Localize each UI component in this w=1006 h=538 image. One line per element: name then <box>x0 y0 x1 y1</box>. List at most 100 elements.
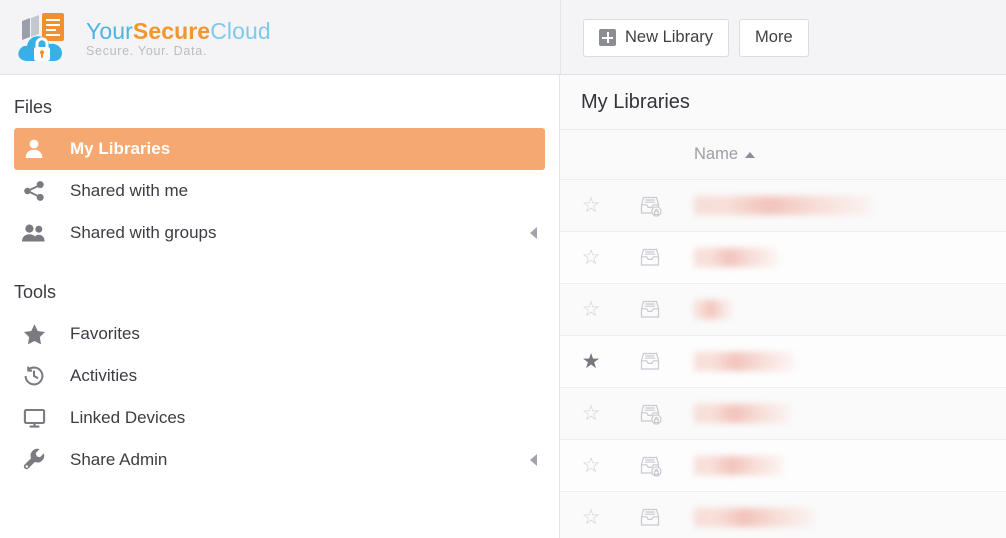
sidebar-section-title-tools: Tools <box>14 282 57 302</box>
library-encrypted-icon <box>637 453 663 479</box>
table-row[interactable]: ☆ <box>560 232 1006 284</box>
row-favorite-cell: ★ <box>560 351 622 372</box>
more-button[interactable]: More <box>739 18 809 57</box>
row-name-cell <box>678 508 1006 527</box>
sidebar-item-label: Share Admin <box>70 450 168 469</box>
top-header: YourSecureCloud Secure. Your. Data. New … <box>0 0 1006 75</box>
row-icon-cell <box>622 245 678 271</box>
header-actions: New Library More <box>561 18 809 57</box>
redacted-library-name <box>694 352 794 371</box>
row-icon-cell <box>622 193 678 219</box>
redacted-library-name <box>694 196 872 215</box>
sidebar-item-label: My Libraries <box>70 139 171 158</box>
star-icon <box>14 322 54 347</box>
sidebar-item-favorites[interactable]: Favorites <box>14 313 545 355</box>
row-icon-cell <box>622 349 678 375</box>
table-row[interactable]: ☆ <box>560 440 1006 492</box>
row-name-cell <box>678 196 1006 215</box>
app-body: Files My Libraries Shared with me Shared… <box>0 75 1006 538</box>
header-name-label: Name <box>694 145 739 163</box>
row-name-cell <box>678 300 1006 319</box>
star-outline-icon[interactable]: ☆ <box>582 247 601 268</box>
sidebar-item-label: Shared with groups <box>70 223 217 242</box>
app-window: YourSecureCloud Secure. Your. Data. New … <box>0 0 1006 538</box>
star-outline-icon[interactable]: ☆ <box>582 403 601 424</box>
row-favorite-cell: ☆ <box>560 247 622 268</box>
brand-title-your: Your <box>86 17 133 44</box>
user-icon <box>14 137 54 161</box>
sidebar-item-label: Linked Devices <box>70 408 186 427</box>
library-icon <box>637 505 663 531</box>
table-row[interactable]: ☆ <box>560 284 1006 336</box>
sidebar-section-title-files: Files <box>14 97 53 117</box>
row-icon-cell <box>622 297 678 323</box>
row-favorite-cell: ☆ <box>560 403 622 424</box>
redacted-library-name <box>694 508 814 527</box>
sidebar-item-share-admin[interactable]: Share Admin <box>14 439 545 481</box>
row-favorite-cell: ☆ <box>560 195 622 216</box>
star-filled-icon[interactable]: ★ <box>582 351 601 372</box>
star-outline-icon[interactable]: ☆ <box>582 455 601 476</box>
wrench-icon <box>14 448 54 473</box>
brand-text: YourSecureCloud Secure. Your. Data. <box>86 19 271 58</box>
table-row[interactable]: ☆ <box>560 180 1006 232</box>
cloud-lock-document-logo <box>14 9 78 67</box>
libraries-table: Name ☆ ☆ ☆ ★ ☆ ☆ ☆ <box>560 130 1006 538</box>
main-panel: My Libraries Name ☆ ☆ ☆ ★ ☆ ☆ ☆ <box>560 75 1006 538</box>
table-row[interactable]: ☆ <box>560 388 1006 440</box>
new-library-button-label: New Library <box>625 28 714 46</box>
brand-tagline: Secure. Your. Data. <box>86 44 208 59</box>
sort-by-name-button[interactable]: Name <box>694 145 756 164</box>
star-outline-icon[interactable]: ☆ <box>582 299 601 320</box>
sidebar-item-my-libraries[interactable]: My Libraries <box>14 128 545 170</box>
sidebar: Files My Libraries Shared with me Shared… <box>0 75 560 538</box>
row-favorite-cell: ☆ <box>560 299 622 320</box>
redacted-library-name <box>694 300 732 319</box>
library-encrypted-icon <box>637 401 663 427</box>
sidebar-item-shared-with-me[interactable]: Shared with me <box>14 170 545 212</box>
library-icon <box>637 349 663 375</box>
row-icon-cell <box>622 505 678 531</box>
users-group-icon <box>14 221 54 245</box>
main-header: My Libraries <box>560 75 1006 130</box>
redacted-library-name <box>694 248 778 267</box>
sidebar-item-label: Activities <box>70 366 138 385</box>
new-library-button[interactable]: New Library <box>583 18 730 57</box>
sidebar-item-linked-devices[interactable]: Linked Devices <box>14 397 545 439</box>
row-name-cell <box>678 456 1006 475</box>
row-favorite-cell: ☆ <box>560 507 622 528</box>
table-row[interactable]: ☆ <box>560 492 1006 538</box>
brand-logo-area[interactable]: YourSecureCloud Secure. Your. Data. <box>0 9 560 67</box>
caret-up-icon <box>745 151 756 158</box>
sidebar-item-activities[interactable]: Activities <box>14 355 545 397</box>
row-icon-cell <box>622 401 678 427</box>
row-name-cell <box>678 352 1006 371</box>
row-favorite-cell: ☆ <box>560 455 622 476</box>
redacted-library-name <box>694 404 790 423</box>
star-outline-icon[interactable]: ☆ <box>582 195 601 216</box>
sidebar-item-label: Favorites <box>70 324 140 343</box>
table-row[interactable]: ★ <box>560 336 1006 388</box>
header-cell-name: Name <box>678 145 1006 164</box>
brand-title: YourSecureCloud <box>86 19 271 43</box>
library-encrypted-icon <box>637 193 663 219</box>
sidebar-item-label: Shared with me <box>70 181 189 200</box>
table-header-row: Name <box>560 130 1006 180</box>
brand-title-cloud: Cloud <box>210 17 271 44</box>
row-name-cell <box>678 248 1006 267</box>
star-outline-icon[interactable]: ☆ <box>582 507 601 528</box>
sidebar-item-shared-with-groups[interactable]: Shared with groups <box>14 212 545 254</box>
library-icon <box>637 245 663 271</box>
plus-square-icon <box>599 29 616 46</box>
page-title: My Libraries <box>581 90 690 113</box>
redacted-library-name <box>694 456 784 475</box>
caret-left-icon[interactable] <box>530 227 537 239</box>
row-icon-cell <box>622 453 678 479</box>
caret-left-icon[interactable] <box>530 454 537 466</box>
row-name-cell <box>678 404 1006 423</box>
library-icon <box>637 297 663 323</box>
more-button-label: More <box>755 28 793 46</box>
monitor-icon <box>14 406 54 430</box>
brand-title-secure: Secure <box>132 17 211 44</box>
